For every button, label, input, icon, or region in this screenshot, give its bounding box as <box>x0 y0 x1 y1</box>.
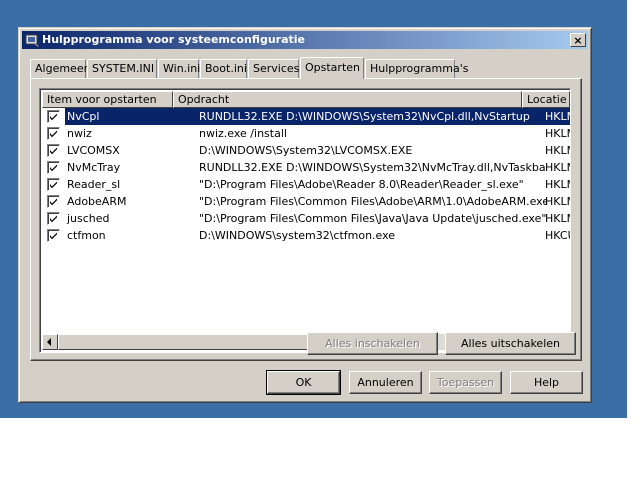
startup-item-location: HKLM\SO <box>545 144 570 157</box>
list-item[interactable]: NvMcTray RUNDLL32.EXE D:\WINDOWS\System32… <box>42 159 570 176</box>
list-rows: NvCpl RUNDLL32.EXE D:\WINDOWS\System32\Nv… <box>42 108 570 244</box>
startup-item-checkbox[interactable] <box>47 110 60 123</box>
help-button[interactable]: Help <box>510 371 583 394</box>
tab-opstarten[interactable]: Opstarten <box>300 57 364 79</box>
tab-algemeen[interactable]: Algemeen <box>30 59 91 78</box>
startup-item-name: Reader_sl <box>67 178 121 191</box>
startup-item-location: HKCU\SO <box>545 229 570 242</box>
enable-all-button[interactable]: Alles inschakelen <box>307 332 438 355</box>
list-item[interactable]: Reader_sl "D:\Program Files\Adobe\Reader … <box>42 176 570 193</box>
list-item[interactable]: LVCOMSX D:\WINDOWS\System32\LVCOMSX.EXE HK… <box>42 142 570 159</box>
startup-item-name: NvMcTray <box>67 161 121 174</box>
list-item[interactable]: NvCpl RUNDLL32.EXE D:\WINDOWS\System32\Nv… <box>42 108 570 125</box>
checkmark-icon <box>50 130 57 138</box>
startup-item-command: "D:\Program Files\Common Files\Java\Java… <box>199 212 547 225</box>
startup-item-name: nwiz <box>67 127 92 140</box>
startup-item-location: HKLM\SO <box>545 161 570 174</box>
startup-item-name: ctfmon <box>67 229 106 242</box>
scroll-left-button[interactable] <box>42 334 58 350</box>
column-header-command[interactable]: Opdracht <box>173 91 522 108</box>
startup-item-location: HKLM\SO <box>545 212 570 225</box>
startup-item-checkbox[interactable] <box>47 161 60 174</box>
startup-items-list[interactable]: Item voor opstarten Opdracht Locatie NvC… <box>39 88 571 353</box>
startup-item-checkbox[interactable] <box>47 212 60 225</box>
tab-boot-ini[interactable]: Boot.ini <box>200 59 247 78</box>
cancel-button[interactable]: Annuleren <box>349 371 422 394</box>
list-item[interactable]: jusched "D:\Program Files\Common Files\Ja… <box>42 210 570 227</box>
list-item[interactable]: AdobeARM "D:\Program Files\Common Files\A… <box>42 193 570 210</box>
startup-item-command: "D:\Program Files\Adobe\Reader 8.0\Reade… <box>199 178 524 191</box>
tab-services[interactable]: Services <box>248 59 299 78</box>
checkmark-icon <box>50 232 57 240</box>
startup-item-command: "D:\Program Files\Common Files\Adobe\ARM… <box>199 195 547 208</box>
startup-item-command: D:\WINDOWS\system32\ctfmon.exe <box>199 229 396 242</box>
tab-hulpprogrammas[interactable]: Hulpprogramma's <box>365 59 468 78</box>
apply-button[interactable]: Toepassen <box>429 371 502 394</box>
startup-item-checkbox[interactable] <box>47 229 60 242</box>
ok-button[interactable]: OK <box>266 370 341 395</box>
checkmark-icon <box>50 113 57 121</box>
close-button[interactable]: × <box>570 33 586 47</box>
startup-item-name: AdobeARM <box>67 195 127 208</box>
startup-item-command: D:\WINDOWS\System32\LVCOMSX.EXE <box>199 144 413 157</box>
checkmark-icon <box>50 215 57 223</box>
checkmark-icon <box>50 147 57 155</box>
startup-item-location: HKLM\SO <box>545 178 570 191</box>
arrow-left-icon <box>47 338 51 346</box>
startup-item-location: HKLM\SO <box>545 195 570 208</box>
startup-item-location: HKLM\SO <box>545 127 570 140</box>
list-item[interactable]: ctfmon D:\WINDOWS\system32\ctfmon.exe HKCU… <box>42 227 570 244</box>
title-bar[interactable]: Hulpprogramma voor systeemconfiguratie × <box>22 31 588 49</box>
startup-item-name: LVCOMSX <box>67 144 120 157</box>
checkmark-icon <box>50 181 57 189</box>
column-header-item[interactable]: Item voor opstarten <box>42 91 173 108</box>
startup-item-name: NvCpl <box>65 108 195 125</box>
checkmark-icon <box>50 198 57 206</box>
tab-win-ini[interactable]: Win.ini <box>158 59 200 78</box>
startup-item-command: RUNDLL32.EXE D:\WINDOWS\System32\NvMcTra… <box>199 161 547 174</box>
window-title: Hulpprogramma voor systeemconfiguratie <box>42 33 305 46</box>
list-item[interactable]: nwiz nwiz.exe /install HKLM\SO <box>42 125 570 142</box>
startup-item-command: nwiz.exe /install <box>199 127 287 140</box>
startup-item-command: RUNDLL32.EXE D:\WINDOWS\System32\NvCpl.d… <box>193 108 547 125</box>
startup-item-checkbox[interactable] <box>47 195 60 208</box>
list-header: Item voor opstarten Opdracht Locatie <box>42 91 570 108</box>
disable-all-button[interactable]: Alles uitschakelen <box>445 332 576 355</box>
startup-item-checkbox[interactable] <box>47 178 60 191</box>
startup-item-checkbox[interactable] <box>47 144 60 157</box>
checkmark-icon <box>50 164 57 172</box>
tab-system-ini[interactable]: SYSTEM.INI <box>87 59 157 78</box>
msconfig-icon <box>24 32 40 48</box>
startup-item-name: jusched <box>67 212 110 225</box>
system-configuration-dialog: Hulpprogramma voor systeemconfiguratie ×… <box>18 27 592 403</box>
startup-item-checkbox[interactable] <box>47 127 60 140</box>
column-header-location[interactable]: Locatie <box>522 91 570 108</box>
startup-item-location: HKLM\SO <box>541 108 570 125</box>
